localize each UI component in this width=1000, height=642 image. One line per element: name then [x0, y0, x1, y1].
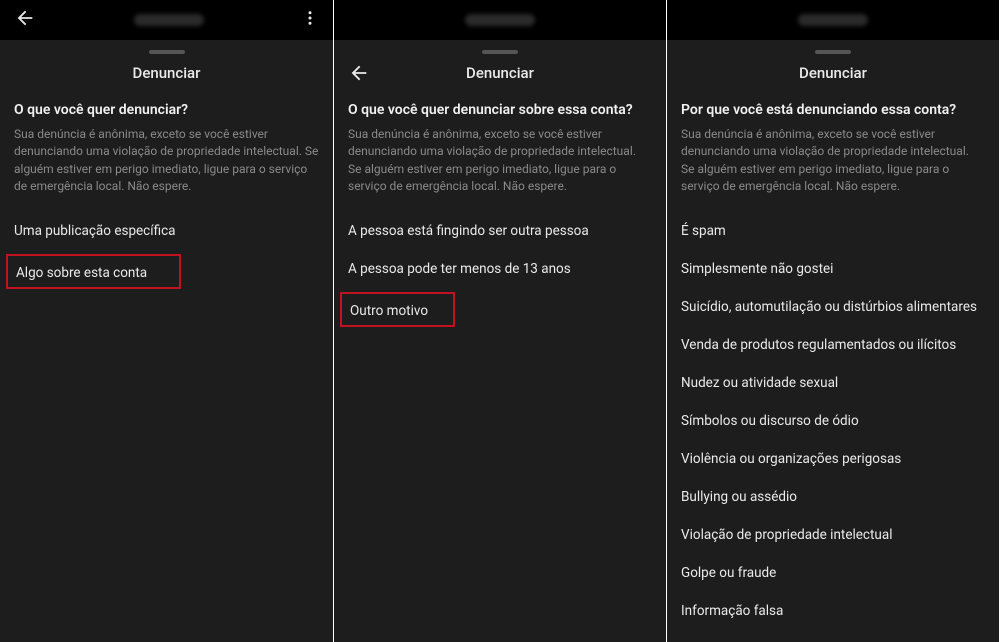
option-hate[interactable]: Símbolos ou discurso de ódio [681, 402, 985, 440]
app-topbar [667, 0, 999, 40]
back-icon[interactable] [14, 7, 36, 33]
report-question: O que você quer denunciar? [14, 102, 319, 118]
panel-3: Denunciar Por que você está denunciando … [666, 0, 999, 642]
option-other-reason[interactable]: Outro motivo [350, 303, 428, 319]
option-bullying[interactable]: Bullying ou assédio [681, 478, 985, 516]
sheet-handle[interactable] [815, 50, 851, 54]
option-specific-post[interactable]: Uma publicação específica [14, 212, 319, 250]
sheet-title: Denunciar [799, 64, 867, 82]
report-question: Por que você está denunciando essa conta… [681, 102, 985, 118]
option-impersonation[interactable]: A pessoa está fingindo ser outra pessoa [348, 212, 652, 250]
panel-1: Denunciar O que você quer denunciar? Sua… [0, 0, 333, 642]
option-underage[interactable]: A pessoa pode ter menos de 13 anos [348, 250, 652, 288]
report-description: Sua denúncia é anônima, exceto se você e… [14, 126, 319, 196]
highlight-box: Outro motivo [340, 292, 455, 327]
sheet-title-row: Denunciar [334, 60, 666, 96]
option-false-info[interactable]: Informação falsa [681, 592, 985, 630]
option-scam[interactable]: Golpe ou fraude [681, 554, 985, 592]
app-topbar [0, 0, 333, 40]
sheet-title-row: Denunciar [0, 60, 333, 96]
app-topbar [334, 0, 666, 40]
option-self-harm[interactable]: Suicídio, automutilação ou distúrbios al… [681, 288, 985, 326]
back-icon[interactable] [348, 62, 370, 84]
highlight-box: Algo sobre esta conta [6, 254, 181, 289]
option-nudity[interactable]: Nudez ou atividade sexual [681, 364, 985, 402]
report-description: Sua denúncia é anônima, exceto se você e… [681, 126, 985, 196]
profile-name-blurred [465, 14, 535, 26]
sheet-title-row: Denunciar [667, 60, 999, 96]
option-dislike[interactable]: Simplesmente não gostei [681, 250, 985, 288]
sheet-title: Denunciar [133, 64, 201, 82]
report-description: Sua denúncia é anônima, exceto se você e… [348, 126, 652, 196]
option-about-account[interactable]: Algo sobre esta conta [16, 265, 147, 281]
profile-name-blurred [798, 14, 868, 26]
option-regulated-goods[interactable]: Venda de produtos regulamentados ou ilíc… [681, 326, 985, 364]
option-violence[interactable]: Violência ou organizações perigosas [681, 440, 985, 478]
sheet-title: Denunciar [466, 64, 534, 82]
panel-2: Denunciar O que você quer denunciar sobr… [333, 0, 666, 642]
kebab-icon[interactable] [301, 9, 319, 31]
report-question: O que você quer denunciar sobre essa con… [348, 102, 652, 118]
profile-name-blurred [134, 14, 204, 26]
option-ip-violation[interactable]: Violação de propriedade intelectual [681, 516, 985, 554]
sheet-handle[interactable] [149, 50, 185, 54]
sheet-handle[interactable] [482, 50, 518, 54]
option-spam[interactable]: É spam [681, 212, 985, 250]
